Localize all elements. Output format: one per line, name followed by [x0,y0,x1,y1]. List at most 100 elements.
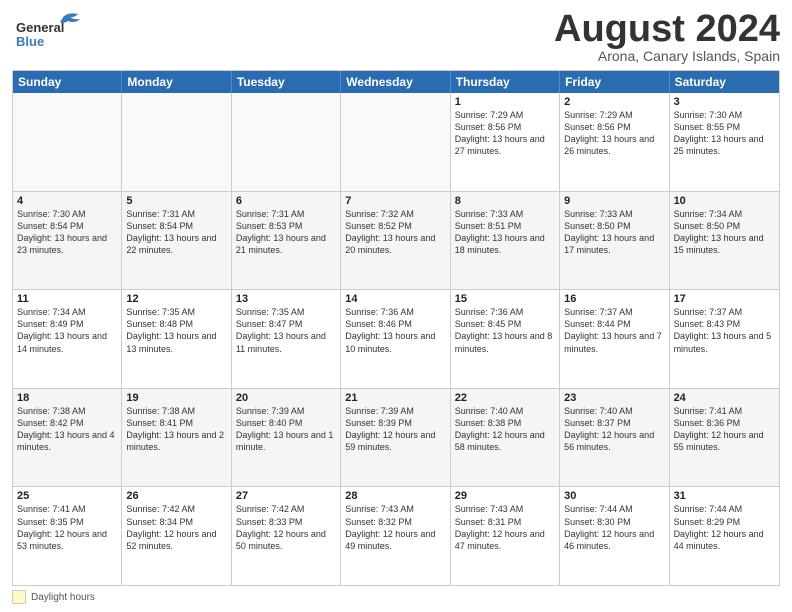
day-number: 12 [126,293,226,305]
header-day-sunday: Sunday [13,71,122,93]
calendar-cell-4: 4Sunrise: 7:30 AM Sunset: 8:54 PM Daylig… [13,192,122,290]
cell-info-text: Sunrise: 7:43 AM Sunset: 8:32 PM Dayligh… [345,503,445,552]
cell-info-text: Sunrise: 7:34 AM Sunset: 8:50 PM Dayligh… [674,208,775,257]
calendar-cell-empty-0-1 [122,93,231,191]
day-number: 14 [345,293,445,305]
calendar-cell-18: 18Sunrise: 7:38 AM Sunset: 8:42 PM Dayli… [13,389,122,487]
calendar-cell-26: 26Sunrise: 7:42 AM Sunset: 8:34 PM Dayli… [122,487,231,585]
month-title: August 2024 [554,10,780,48]
cell-info-text: Sunrise: 7:39 AM Sunset: 8:39 PM Dayligh… [345,405,445,454]
cell-info-text: Sunrise: 7:44 AM Sunset: 8:30 PM Dayligh… [564,503,664,552]
header-day-wednesday: Wednesday [341,71,450,93]
calendar-cell-10: 10Sunrise: 7:34 AM Sunset: 8:50 PM Dayli… [670,192,779,290]
calendar-cell-12: 12Sunrise: 7:35 AM Sunset: 8:48 PM Dayli… [122,290,231,388]
calendar-cell-25: 25Sunrise: 7:41 AM Sunset: 8:35 PM Dayli… [13,487,122,585]
cell-info-text: Sunrise: 7:33 AM Sunset: 8:51 PM Dayligh… [455,208,555,257]
logo: General Blue [12,10,92,52]
cell-info-text: Sunrise: 7:35 AM Sunset: 8:48 PM Dayligh… [126,306,226,355]
cell-info-text: Sunrise: 7:30 AM Sunset: 8:54 PM Dayligh… [17,208,117,257]
cell-info-text: Sunrise: 7:34 AM Sunset: 8:49 PM Dayligh… [17,306,117,355]
cell-info-text: Sunrise: 7:39 AM Sunset: 8:40 PM Dayligh… [236,405,336,454]
day-number: 30 [564,490,664,502]
calendar-cell-empty-0-2 [232,93,341,191]
calendar: SundayMondayTuesdayWednesdayThursdayFrid… [12,70,780,586]
cell-info-text: Sunrise: 7:38 AM Sunset: 8:41 PM Dayligh… [126,405,226,454]
day-number: 26 [126,490,226,502]
header-day-friday: Friday [560,71,669,93]
cell-info-text: Sunrise: 7:29 AM Sunset: 8:56 PM Dayligh… [564,109,664,158]
location-subtitle: Arona, Canary Islands, Spain [554,48,780,64]
day-number: 18 [17,392,117,404]
day-number: 21 [345,392,445,404]
cell-info-text: Sunrise: 7:43 AM Sunset: 8:31 PM Dayligh… [455,503,555,552]
calendar-cell-empty-0-0 [13,93,122,191]
footer: Daylight hours [12,590,780,604]
cell-info-text: Sunrise: 7:35 AM Sunset: 8:47 PM Dayligh… [236,306,336,355]
day-number: 24 [674,392,775,404]
calendar-cell-20: 20Sunrise: 7:39 AM Sunset: 8:40 PM Dayli… [232,389,341,487]
day-number: 8 [455,195,555,207]
day-number: 27 [236,490,336,502]
day-number: 2 [564,96,664,108]
calendar-row-1: 4Sunrise: 7:30 AM Sunset: 8:54 PM Daylig… [13,191,779,290]
calendar-cell-17: 17Sunrise: 7:37 AM Sunset: 8:43 PM Dayli… [670,290,779,388]
calendar-cell-16: 16Sunrise: 7:37 AM Sunset: 8:44 PM Dayli… [560,290,669,388]
day-number: 4 [17,195,117,207]
day-number: 3 [674,96,775,108]
calendar-cell-28: 28Sunrise: 7:43 AM Sunset: 8:32 PM Dayli… [341,487,450,585]
cell-info-text: Sunrise: 7:32 AM Sunset: 8:52 PM Dayligh… [345,208,445,257]
cell-info-text: Sunrise: 7:40 AM Sunset: 8:38 PM Dayligh… [455,405,555,454]
cell-info-text: Sunrise: 7:31 AM Sunset: 8:53 PM Dayligh… [236,208,336,257]
header-day-saturday: Saturday [670,71,779,93]
day-number: 11 [17,293,117,305]
calendar-cell-22: 22Sunrise: 7:40 AM Sunset: 8:38 PM Dayli… [451,389,560,487]
cell-info-text: Sunrise: 7:36 AM Sunset: 8:45 PM Dayligh… [455,306,555,355]
calendar-body: 1Sunrise: 7:29 AM Sunset: 8:56 PM Daylig… [13,93,779,585]
title-block: August 2024 Arona, Canary Islands, Spain [554,10,780,64]
cell-info-text: Sunrise: 7:41 AM Sunset: 8:36 PM Dayligh… [674,405,775,454]
calendar-cell-24: 24Sunrise: 7:41 AM Sunset: 8:36 PM Dayli… [670,389,779,487]
svg-text:Blue: Blue [16,34,44,49]
cell-info-text: Sunrise: 7:30 AM Sunset: 8:55 PM Dayligh… [674,109,775,158]
day-number: 31 [674,490,775,502]
cell-info-text: Sunrise: 7:38 AM Sunset: 8:42 PM Dayligh… [17,405,117,454]
day-number: 29 [455,490,555,502]
day-number: 10 [674,195,775,207]
page-header: General Blue August 2024 Arona, Canary I… [12,10,780,64]
cell-info-text: Sunrise: 7:29 AM Sunset: 8:56 PM Dayligh… [455,109,555,158]
footer-legend: Daylight hours [12,590,95,604]
day-number: 17 [674,293,775,305]
calendar-row-3: 18Sunrise: 7:38 AM Sunset: 8:42 PM Dayli… [13,388,779,487]
cell-info-text: Sunrise: 7:40 AM Sunset: 8:37 PM Dayligh… [564,405,664,454]
calendar-cell-30: 30Sunrise: 7:44 AM Sunset: 8:30 PM Dayli… [560,487,669,585]
day-number: 5 [126,195,226,207]
page-container: General Blue August 2024 Arona, Canary I… [0,0,792,612]
cell-info-text: Sunrise: 7:42 AM Sunset: 8:34 PM Dayligh… [126,503,226,552]
logo-svg: General Blue [12,10,92,52]
calendar-cell-14: 14Sunrise: 7:36 AM Sunset: 8:46 PM Dayli… [341,290,450,388]
calendar-cell-23: 23Sunrise: 7:40 AM Sunset: 8:37 PM Dayli… [560,389,669,487]
calendar-cell-2: 2Sunrise: 7:29 AM Sunset: 8:56 PM Daylig… [560,93,669,191]
calendar-cell-29: 29Sunrise: 7:43 AM Sunset: 8:31 PM Dayli… [451,487,560,585]
day-number: 28 [345,490,445,502]
calendar-cell-11: 11Sunrise: 7:34 AM Sunset: 8:49 PM Dayli… [13,290,122,388]
calendar-cell-1: 1Sunrise: 7:29 AM Sunset: 8:56 PM Daylig… [451,93,560,191]
calendar-row-0: 1Sunrise: 7:29 AM Sunset: 8:56 PM Daylig… [13,93,779,191]
cell-info-text: Sunrise: 7:37 AM Sunset: 8:44 PM Dayligh… [564,306,664,355]
calendar-cell-15: 15Sunrise: 7:36 AM Sunset: 8:45 PM Dayli… [451,290,560,388]
cell-info-text: Sunrise: 7:33 AM Sunset: 8:50 PM Dayligh… [564,208,664,257]
day-number: 15 [455,293,555,305]
calendar-cell-6: 6Sunrise: 7:31 AM Sunset: 8:53 PM Daylig… [232,192,341,290]
cell-info-text: Sunrise: 7:42 AM Sunset: 8:33 PM Dayligh… [236,503,336,552]
legend-label: Daylight hours [31,592,95,603]
cell-info-text: Sunrise: 7:44 AM Sunset: 8:29 PM Dayligh… [674,503,775,552]
calendar-cell-31: 31Sunrise: 7:44 AM Sunset: 8:29 PM Dayli… [670,487,779,585]
day-number: 23 [564,392,664,404]
header-day-monday: Monday [122,71,231,93]
day-number: 16 [564,293,664,305]
cell-info-text: Sunrise: 7:36 AM Sunset: 8:46 PM Dayligh… [345,306,445,355]
calendar-row-4: 25Sunrise: 7:41 AM Sunset: 8:35 PM Dayli… [13,486,779,585]
day-number: 1 [455,96,555,108]
cell-info-text: Sunrise: 7:37 AM Sunset: 8:43 PM Dayligh… [674,306,775,355]
legend-box [12,590,26,604]
